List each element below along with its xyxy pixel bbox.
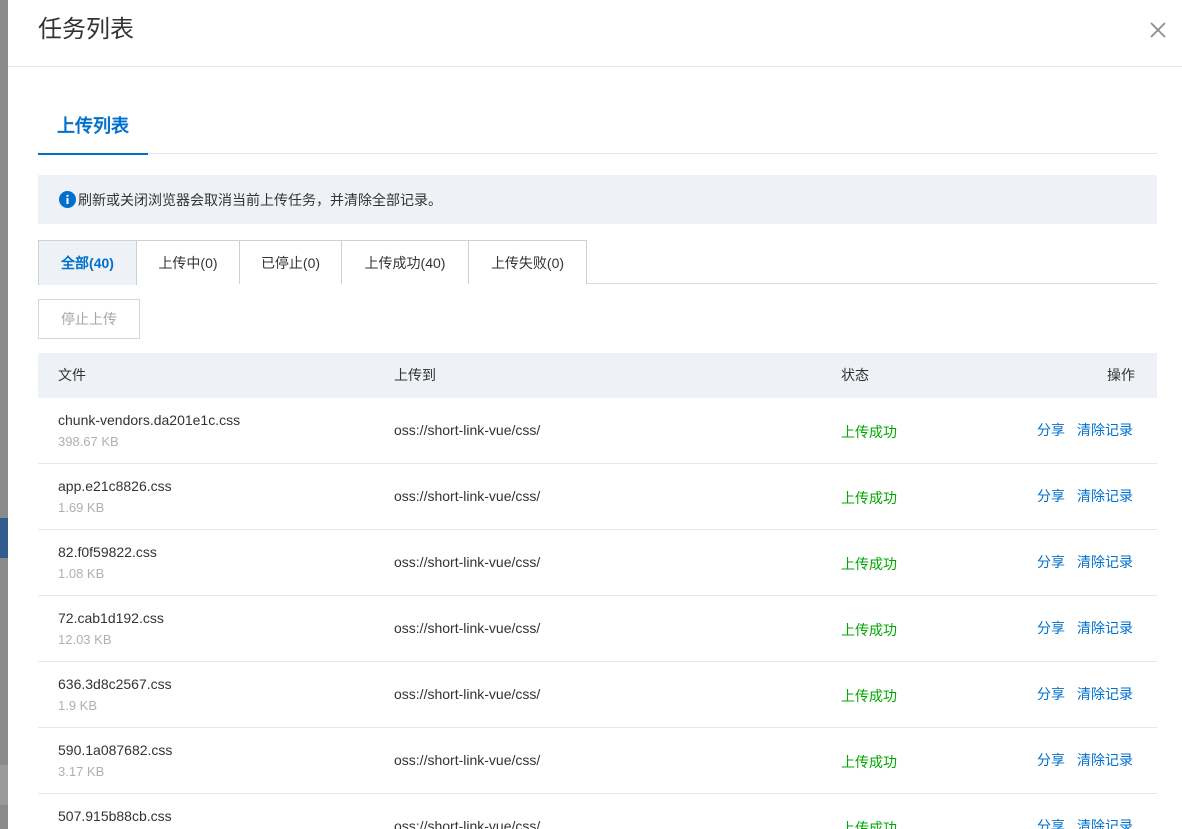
upload-table: 文件 上传到 状态 操作 chunk-vendors.da201e1c.css …: [38, 353, 1157, 829]
status-text: 上传成功: [841, 754, 897, 770]
upload-destination: oss://short-link-vue/css/: [394, 818, 541, 829]
file-size: 1.69 KB: [58, 500, 105, 515]
status-text: 上传成功: [841, 556, 897, 572]
clear-record-link[interactable]: 清除记录: [1077, 552, 1133, 572]
file-name: 507.915b88cb.css: [58, 808, 172, 824]
file-size: 1.9 KB: [58, 698, 98, 713]
column-header-actions: 操作: [1107, 367, 1135, 383]
filter-tab-failed[interactable]: 上传失败(0): [468, 240, 587, 284]
clear-record-link[interactable]: 清除记录: [1077, 486, 1133, 506]
share-link[interactable]: 分享: [1037, 618, 1065, 638]
file-name: 72.cab1d192.css: [58, 610, 164, 626]
share-link[interactable]: 分享: [1037, 420, 1065, 440]
share-link[interactable]: 分享: [1037, 816, 1065, 829]
clear-record-link[interactable]: 清除记录: [1077, 816, 1133, 829]
drawer-header: 任务列表: [8, 0, 1182, 67]
stop-upload-button[interactable]: 停止上传: [38, 299, 140, 339]
share-link[interactable]: 分享: [1037, 486, 1065, 506]
file-name: 82.f0f59822.css: [58, 544, 157, 560]
file-name: 636.3d8c2567.css: [58, 676, 172, 692]
column-header-file: 文件: [58, 367, 86, 383]
upload-destination: oss://short-link-vue/css/: [394, 686, 541, 702]
table-row: 82.f0f59822.css 1.08 KB oss://short-link…: [38, 530, 1157, 596]
clear-record-link[interactable]: 清除记录: [1077, 684, 1133, 704]
clear-record-link[interactable]: 清除记录: [1077, 618, 1133, 638]
clear-record-link[interactable]: 清除记录: [1077, 420, 1133, 440]
drawer-title: 任务列表: [38, 16, 134, 43]
page-backdrop: [0, 0, 8, 829]
status-text: 上传成功: [841, 622, 897, 638]
status-text: 上传成功: [841, 688, 897, 704]
task-list-drawer: 任务列表 上传列表 刷新或关闭浏览器会取消当前上传任务，并清除全部记录。 全部(…: [8, 0, 1182, 829]
file-name: chunk-vendors.da201e1c.css: [58, 412, 241, 428]
file-size: 12.03 KB: [58, 632, 112, 647]
share-link[interactable]: 分享: [1037, 684, 1065, 704]
tab-upload-list[interactable]: 上传列表: [38, 100, 148, 155]
status-text: 上传成功: [841, 820, 897, 829]
table-row: chunk-vendors.da201e1c.css 398.67 KB oss…: [38, 398, 1157, 464]
column-header-upload-to: 上传到: [394, 367, 436, 383]
notice-text: 刷新或关闭浏览器会取消当前上传任务，并清除全部记录。: [78, 191, 442, 208]
close-icon[interactable]: [1148, 18, 1168, 42]
table-row: app.e21c8826.css 1.69 KB oss://short-lin…: [38, 464, 1157, 530]
table-row: 507.915b88cb.css oss://short-link-vue/cs…: [38, 794, 1157, 829]
status-text: 上传成功: [841, 490, 897, 506]
filter-tab-stopped[interactable]: 已停止(0): [239, 240, 342, 284]
table-header: 文件 上传到 状态 操作: [38, 353, 1157, 398]
notice-banner: 刷新或关闭浏览器会取消当前上传任务，并清除全部记录。: [38, 175, 1157, 224]
filter-tab-uploading[interactable]: 上传中(0): [136, 240, 240, 284]
table-row: 636.3d8c2567.css 1.9 KB oss://short-link…: [38, 662, 1157, 728]
status-filter-tabs: 全部(40) 上传中(0) 已停止(0) 上传成功(40) 上传失败(0): [38, 240, 1157, 285]
file-name: 590.1a087682.css: [58, 742, 173, 758]
clear-record-link[interactable]: 清除记录: [1077, 750, 1133, 770]
filter-tab-success[interactable]: 上传成功(40): [341, 240, 469, 284]
file-size: 398.67 KB: [58, 434, 119, 449]
main-tabs: 上传列表: [38, 100, 1157, 155]
upload-destination: oss://short-link-vue/css/: [394, 488, 541, 504]
info-icon: [59, 191, 76, 208]
table-row: 590.1a087682.css 3.17 KB oss://short-lin…: [38, 728, 1157, 794]
file-size: 3.17 KB: [58, 764, 105, 779]
upload-destination: oss://short-link-vue/css/: [394, 554, 541, 570]
share-link[interactable]: 分享: [1037, 552, 1065, 572]
table-row: 72.cab1d192.css 12.03 KB oss://short-lin…: [38, 596, 1157, 662]
upload-destination: oss://short-link-vue/css/: [394, 422, 541, 438]
upload-destination: oss://short-link-vue/css/: [394, 620, 541, 636]
upload-destination: oss://short-link-vue/css/: [394, 752, 541, 768]
filter-tab-all[interactable]: 全部(40): [38, 240, 137, 285]
column-header-status: 状态: [841, 367, 869, 383]
file-size: 1.08 KB: [58, 566, 105, 581]
share-link[interactable]: 分享: [1037, 750, 1065, 770]
file-name: app.e21c8826.css: [58, 478, 172, 494]
status-text: 上传成功: [841, 424, 897, 440]
